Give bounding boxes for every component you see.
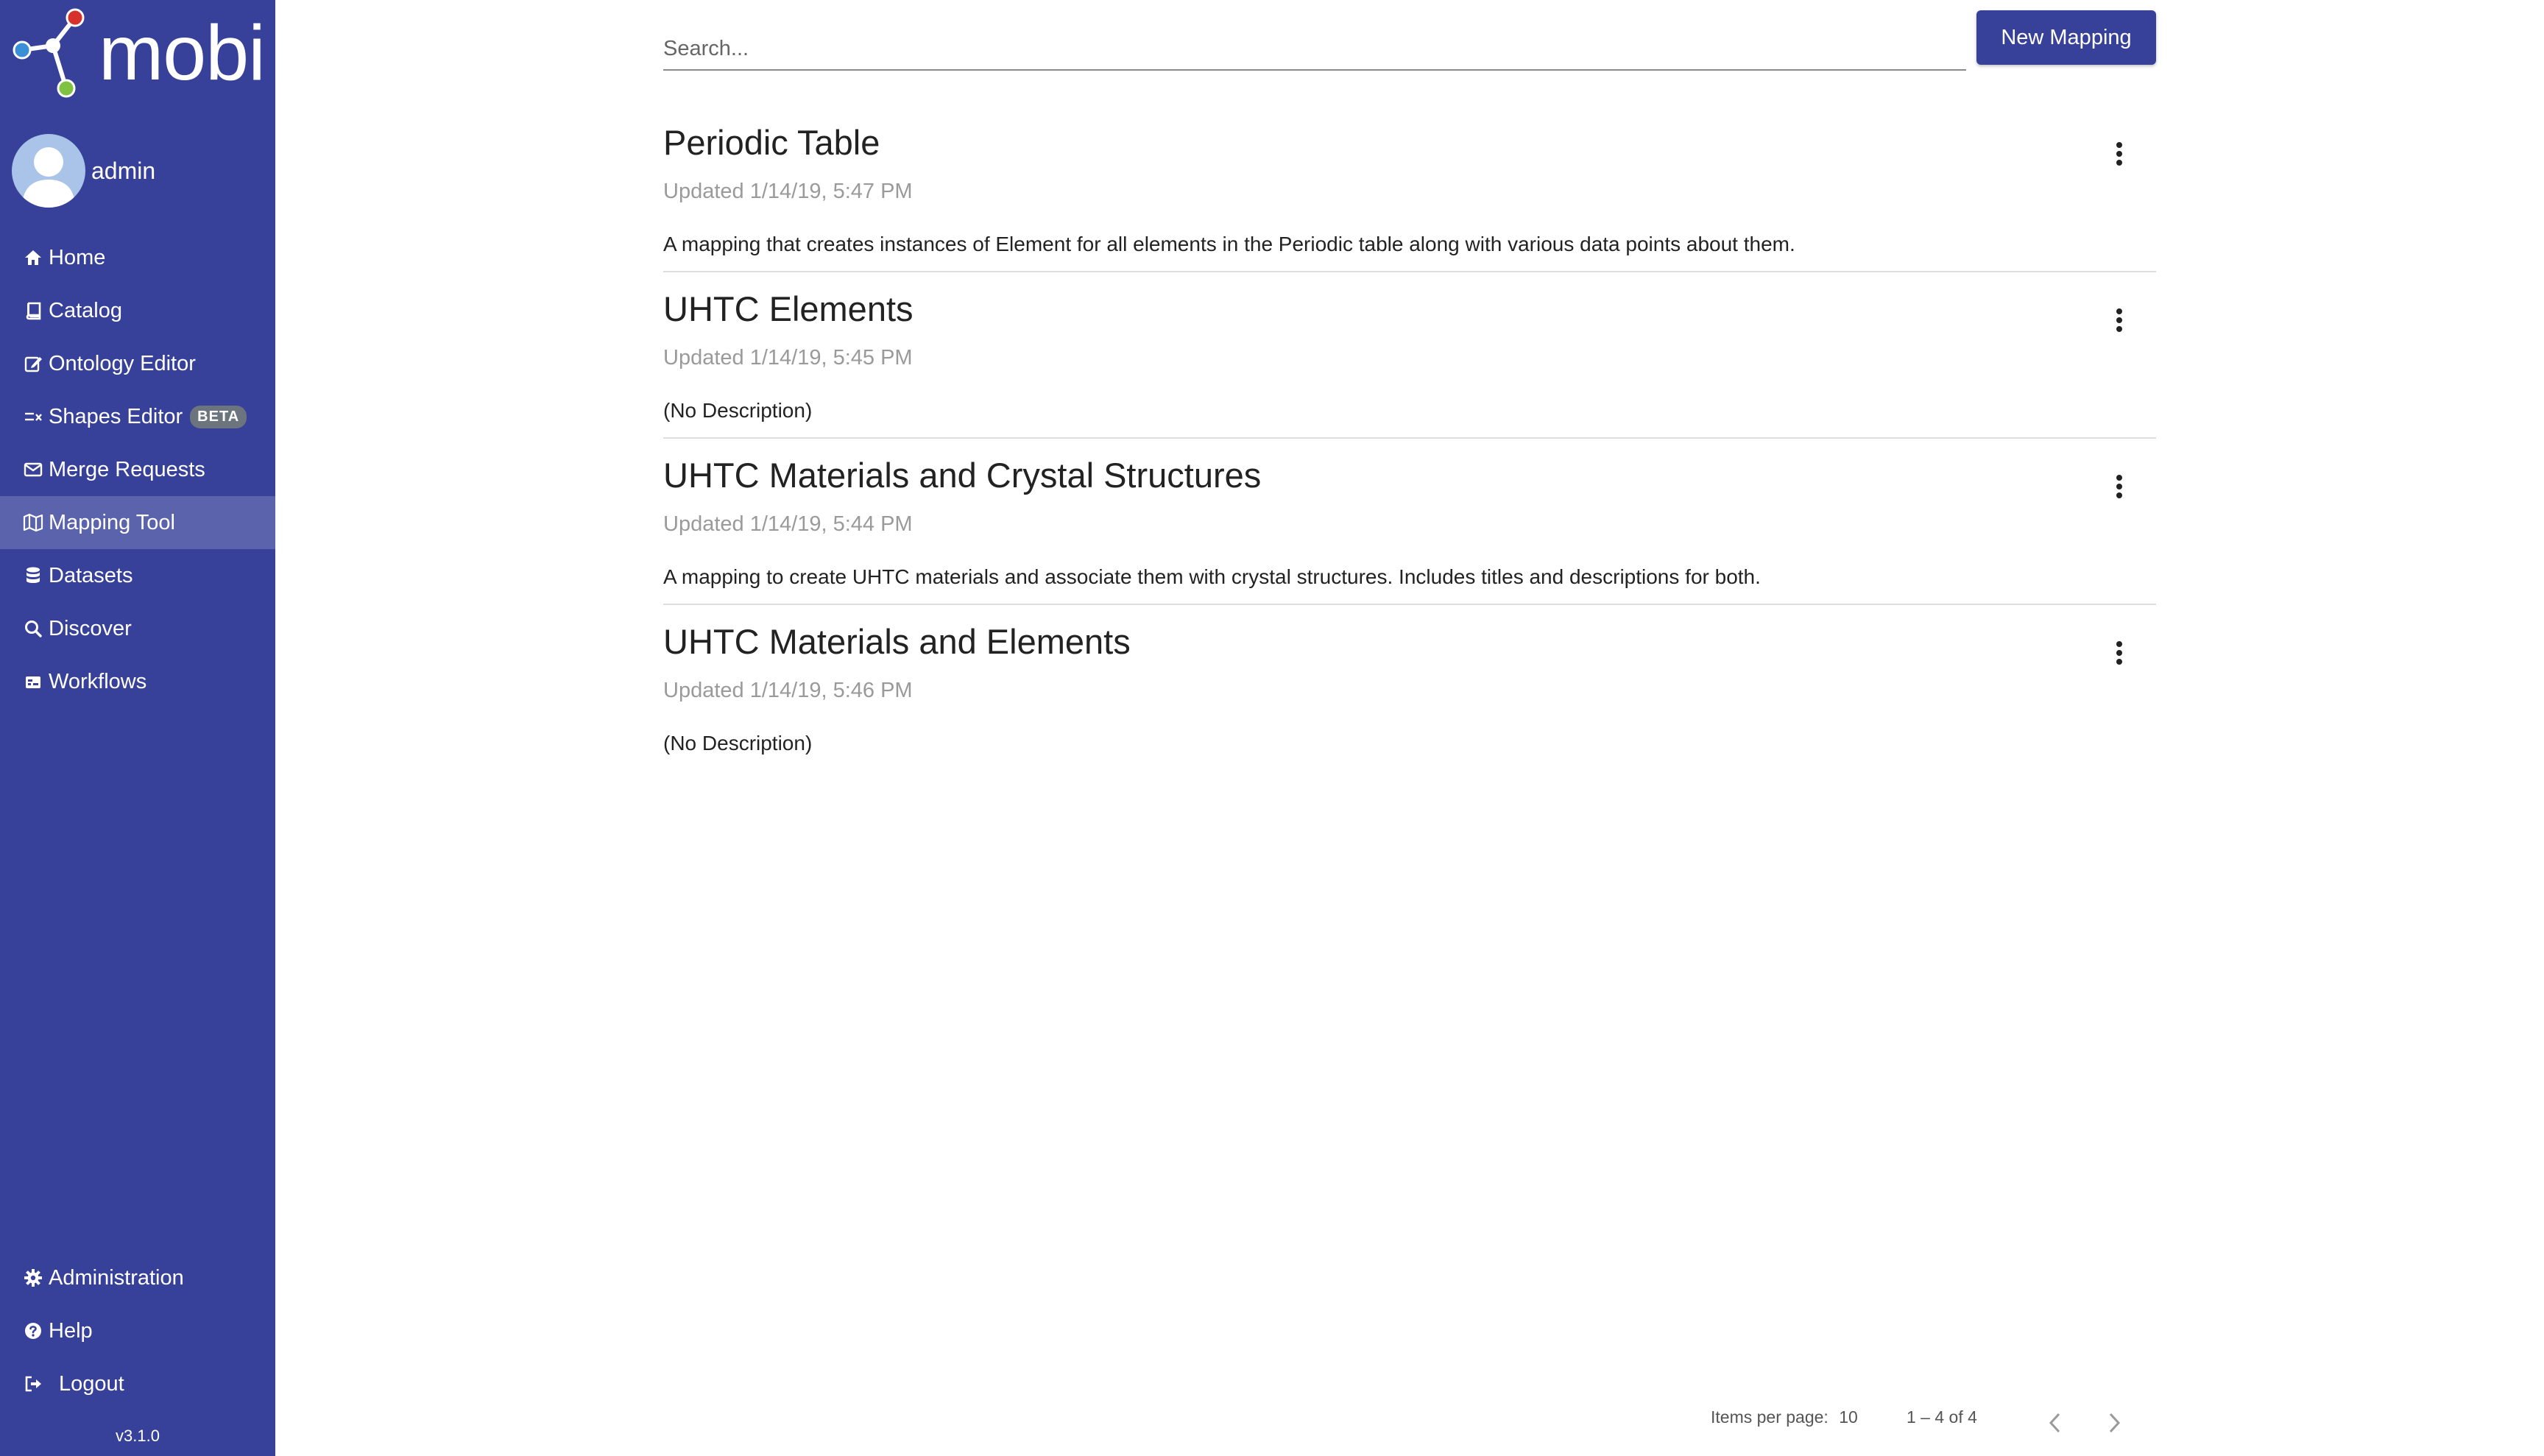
sidebar-item-label: Merge Requests xyxy=(49,457,205,481)
workflow-icon xyxy=(22,671,44,693)
sidebar-item-catalog[interactable]: Catalog xyxy=(0,284,275,337)
sidebar-item-workflows[interactable]: Workflows xyxy=(0,655,275,708)
sidebar-item-label: Administration xyxy=(49,1265,184,1290)
mapping-description: (No Description) xyxy=(663,732,813,754)
sidebar-item-label: Shapes Editor xyxy=(49,404,183,428)
mapping-title[interactable]: UHTC Materials and Elements xyxy=(663,621,1131,662)
items-per-page-label: Items per page: xyxy=(1711,1407,1829,1427)
more-options-button[interactable] xyxy=(2105,302,2134,339)
username: admin xyxy=(91,157,156,184)
edit-icon xyxy=(22,353,44,375)
sidebar-item-help[interactable]: Help xyxy=(0,1304,275,1357)
sidebar-item-shapes-editor[interactable]: Shapes Editor BETA xyxy=(0,390,275,443)
mapping-tool-main: New Mapping Periodic Table Updated 1/14/… xyxy=(275,0,2544,1456)
question-circle-icon xyxy=(22,1320,44,1342)
sidebar: mobi admin Home Catalog Ontology Editor … xyxy=(0,0,275,1456)
sidebar-item-merge-requests[interactable]: Merge Requests xyxy=(0,443,275,496)
map-icon xyxy=(22,512,44,534)
sign-out-icon xyxy=(22,1373,44,1395)
sidebar-item-label: Home xyxy=(49,245,106,269)
sidebar-nav: Home Catalog Ontology Editor Shapes Edit… xyxy=(0,231,275,708)
mapping-updated: Updated 1/14/19, 5:47 PM xyxy=(663,180,913,203)
shapes-icon xyxy=(22,406,44,428)
kebab-menu-icon xyxy=(2116,142,2122,166)
sidebar-item-label: Ontology Editor xyxy=(49,351,196,375)
mapping-card-periodic-table[interactable]: Periodic Table Updated 1/14/19, 5:47 PM … xyxy=(663,106,2156,272)
mobi-logo[interactable]: mobi xyxy=(12,7,266,100)
mapping-title[interactable]: UHTC Materials and Crystal Structures xyxy=(663,455,1261,495)
sidebar-item-discover[interactable]: Discover xyxy=(0,602,275,655)
mapping-title[interactable]: Periodic Table xyxy=(663,122,880,163)
mapping-list: Periodic Table Updated 1/14/19, 5:47 PM … xyxy=(663,106,2156,771)
sidebar-item-home[interactable]: Home xyxy=(0,231,275,284)
new-mapping-button[interactable]: New Mapping xyxy=(1976,10,2156,65)
kebab-menu-icon xyxy=(2116,308,2122,332)
more-options-button[interactable] xyxy=(2105,468,2134,505)
previous-page-button[interactable] xyxy=(2037,1404,2074,1441)
page-range: 1 – 4 of 4 xyxy=(1907,1407,1977,1427)
search-field xyxy=(663,29,1966,71)
user-avatar-icon xyxy=(12,134,85,208)
mapping-card-uhtc-materials-elements[interactable]: UHTC Materials and Elements Updated 1/14… xyxy=(663,605,2156,771)
items-per-page: Items per page: 10 xyxy=(1711,1407,1858,1427)
sidebar-item-label: Datasets xyxy=(49,563,133,587)
sidebar-item-label: Mapping Tool xyxy=(49,510,175,534)
mapping-title[interactable]: UHTC Elements xyxy=(663,289,914,329)
brand-name: mobi xyxy=(99,10,266,96)
database-icon xyxy=(22,565,44,587)
home-icon xyxy=(22,247,44,269)
sidebar-item-administration[interactable]: Administration xyxy=(0,1251,275,1304)
sidebar-item-mapping-tool[interactable]: Mapping Tool xyxy=(0,496,275,549)
app-window: mobi admin Home Catalog Ontology Editor … xyxy=(0,0,2544,1456)
sidebar-item-label: Workflows xyxy=(49,669,147,693)
sidebar-item-label: Logout xyxy=(59,1371,124,1396)
kebab-menu-icon xyxy=(2116,475,2122,498)
mapping-description: A mapping that creates instances of Elem… xyxy=(663,233,1795,255)
mapping-updated: Updated 1/14/19, 5:46 PM xyxy=(663,679,913,702)
sidebar-item-logout[interactable]: Logout xyxy=(0,1357,275,1410)
more-options-button[interactable] xyxy=(2105,135,2134,172)
items-per-page-select[interactable]: 10 xyxy=(1839,1407,1858,1427)
book-icon xyxy=(22,300,44,322)
search-icon xyxy=(22,618,44,640)
chevron-left-icon xyxy=(2049,1413,2060,1433)
mapping-card-uhtc-elements[interactable]: UHTC Elements Updated 1/14/19, 5:45 PM (… xyxy=(663,272,2156,439)
app-version: v3.1.0 xyxy=(116,1427,160,1445)
chevron-right-icon xyxy=(2109,1413,2121,1433)
mobi-network-icon xyxy=(13,8,85,98)
beta-badge: BETA xyxy=(190,405,247,428)
more-options-button[interactable] xyxy=(2105,635,2134,671)
kebab-menu-icon xyxy=(2116,641,2122,665)
mapping-description: (No Description) xyxy=(663,399,813,422)
sidebar-bottom-nav: Administration Help Logout xyxy=(0,1251,275,1410)
next-page-button[interactable] xyxy=(2096,1404,2133,1441)
mapping-description: A mapping to create UHTC materials and a… xyxy=(663,565,1761,588)
mapping-updated: Updated 1/14/19, 5:45 PM xyxy=(663,346,913,370)
sidebar-item-ontology-editor[interactable]: Ontology Editor xyxy=(0,337,275,390)
sidebar-item-datasets[interactable]: Datasets xyxy=(0,549,275,602)
sidebar-item-label: Discover xyxy=(49,616,132,640)
gear-icon xyxy=(22,1267,44,1289)
search-input[interactable] xyxy=(663,29,1966,68)
sidebar-item-label: Catalog xyxy=(49,298,122,322)
sidebar-item-label: Help xyxy=(49,1318,93,1343)
mapping-card-uhtc-materials-crystal-structures[interactable]: UHTC Materials and Crystal Structures Up… xyxy=(663,439,2156,605)
mapping-updated: Updated 1/14/19, 5:44 PM xyxy=(663,512,913,536)
envelope-icon xyxy=(22,459,44,481)
user-profile[interactable]: admin xyxy=(12,134,155,208)
